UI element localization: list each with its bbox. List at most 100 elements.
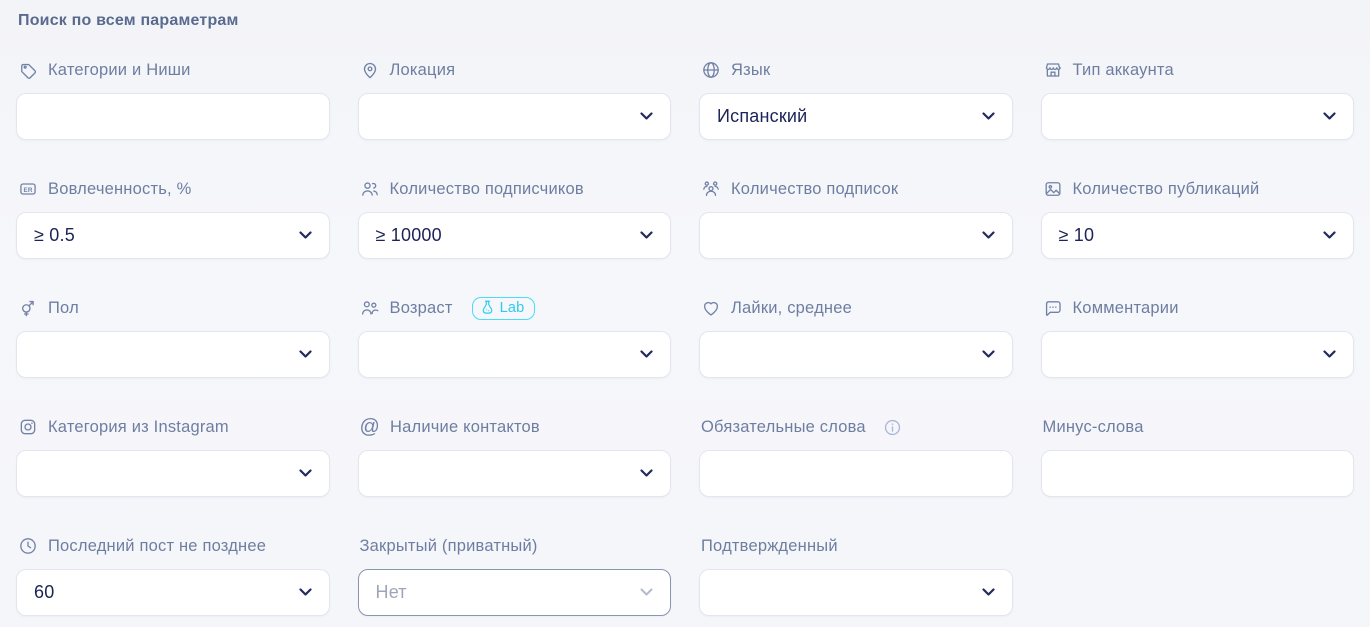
field-location: Локация: [358, 58, 672, 140]
field-label-row: Обязательные слова: [701, 415, 1013, 439]
chevron-down-icon: [640, 469, 653, 478]
comment-icon: [1043, 298, 1063, 318]
avg-likes-select[interactable]: [699, 331, 1013, 378]
select-value: ≥ 10000: [376, 225, 442, 246]
field-gender: Пол: [16, 296, 330, 378]
field-label: Тип аккаунта: [1073, 61, 1174, 80]
age-icon: [360, 298, 380, 318]
page-title: Поиск по всем параметрам: [18, 12, 1354, 30]
followings-count-select[interactable]: [699, 212, 1013, 259]
field-posts-count: Количество публикаций ≥ 10: [1041, 177, 1355, 259]
posts-count-select[interactable]: ≥ 10: [1041, 212, 1355, 259]
lab-badge-label: Lab: [500, 300, 525, 316]
field-label: Последний пост не позднее: [48, 537, 266, 556]
field-label: Обязательные слова: [701, 418, 866, 437]
location-pin-icon: [360, 60, 380, 80]
field-label-row: Комментарии: [1043, 296, 1355, 320]
at-icon: @: [360, 417, 381, 437]
location-select[interactable]: [358, 93, 672, 140]
field-label-row: Минус-слова: [1043, 415, 1355, 439]
private-select[interactable]: Нет: [358, 569, 672, 616]
chevron-down-icon: [982, 350, 995, 359]
field-comments: Комментарии: [1041, 296, 1355, 378]
field-label-row: Подтвержденный: [701, 534, 1013, 558]
gender-icon: [18, 298, 38, 318]
field-label: Закрытый (приватный): [360, 537, 538, 556]
field-label-row: Количество публикаций: [1043, 177, 1355, 201]
field-label: Комментарии: [1073, 299, 1179, 318]
followers-count-select[interactable]: ≥ 10000: [358, 212, 672, 259]
clock-icon: [18, 536, 38, 556]
field-followers-count: Количество подписчиков ≥ 10000: [358, 177, 672, 259]
flask-icon: [481, 300, 494, 315]
field-label: Возраст: [390, 299, 453, 318]
gender-select[interactable]: [16, 331, 330, 378]
select-value: ≥ 0.5: [34, 225, 75, 246]
info-icon[interactable]: [883, 418, 902, 437]
field-age: Возраст Lab: [358, 296, 672, 378]
chevron-down-icon: [1323, 350, 1336, 359]
storefront-icon: [1043, 60, 1063, 80]
contacts-select[interactable]: [358, 450, 672, 497]
chevron-down-icon: [982, 231, 995, 240]
field-private: Закрытый (приватный) Нет: [358, 534, 672, 616]
chevron-down-icon: [299, 588, 312, 597]
field-label: Наличие контактов: [390, 418, 540, 437]
field-label-row: Лайки, среднее: [701, 296, 1013, 320]
field-label-row: Закрытый (приватный): [360, 534, 672, 558]
field-account-type: Тип аккаунта: [1041, 58, 1355, 140]
field-label-row: Количество подписчиков: [360, 177, 672, 201]
chevron-down-icon: [640, 231, 653, 240]
field-last-post: Последний пост не позднее 60: [16, 534, 330, 616]
chevron-down-icon: [1323, 112, 1336, 121]
field-label-row: Количество подписок: [701, 177, 1013, 201]
svg-text:ER: ER: [23, 187, 32, 194]
age-select[interactable]: [358, 331, 672, 378]
field-label-row: Категория из Instagram: [18, 415, 330, 439]
tag-icon: [18, 60, 38, 80]
heart-icon: [701, 298, 721, 318]
image-icon: [1043, 179, 1063, 199]
comments-select[interactable]: [1041, 331, 1355, 378]
verified-select[interactable]: [699, 569, 1013, 616]
field-label: Минус-слова: [1043, 418, 1144, 437]
field-label-row: Язык: [701, 58, 1013, 82]
field-label-row: Последний пост не позднее: [18, 534, 330, 558]
field-label: Количество подписок: [731, 180, 898, 199]
last-post-select[interactable]: 60: [16, 569, 330, 616]
required-words-input[interactable]: [699, 450, 1013, 497]
field-label: Категория из Instagram: [48, 418, 229, 437]
field-label-row: Возраст Lab: [360, 296, 672, 320]
language-select[interactable]: Испанский: [699, 93, 1013, 140]
field-label-row: Тип аккаунта: [1043, 58, 1355, 82]
field-avg-likes: Лайки, среднее: [699, 296, 1013, 378]
select-value: Нет: [376, 582, 407, 603]
categories-niches-input[interactable]: [16, 93, 330, 140]
field-label: Категории и Ниши: [48, 61, 191, 80]
field-followings-count: Количество подписок: [699, 177, 1013, 259]
select-value: Испанский: [717, 106, 807, 127]
followings-icon: [701, 179, 721, 199]
chevron-down-icon: [299, 231, 312, 240]
instagram-category-select[interactable]: [16, 450, 330, 497]
field-label: Количество подписчиков: [390, 180, 584, 199]
field-label: Вовлеченность, %: [48, 180, 191, 199]
field-label: Локация: [390, 61, 456, 80]
field-minus-words: Минус-слова: [1041, 415, 1355, 497]
field-label: Пол: [48, 299, 79, 318]
chevron-down-icon: [982, 588, 995, 597]
engagement-select[interactable]: ≥ 0.5: [16, 212, 330, 259]
field-label-row: @ Наличие контактов: [360, 415, 672, 439]
lab-badge: Lab: [472, 297, 536, 320]
field-engagement: ER Вовлеченность, % ≥ 0.5: [16, 177, 330, 259]
instagram-icon: [18, 417, 38, 437]
field-language: Язык Испанский: [699, 58, 1013, 140]
chevron-down-icon: [640, 588, 653, 597]
field-categories-niches: Категории и Ниши: [16, 58, 330, 140]
account-type-select[interactable]: [1041, 93, 1355, 140]
chevron-down-icon: [640, 350, 653, 359]
field-label: Лайки, среднее: [731, 299, 852, 318]
field-label: Количество публикаций: [1073, 180, 1260, 199]
minus-words-input[interactable]: [1041, 450, 1355, 497]
field-label: Подтвержденный: [701, 537, 838, 556]
